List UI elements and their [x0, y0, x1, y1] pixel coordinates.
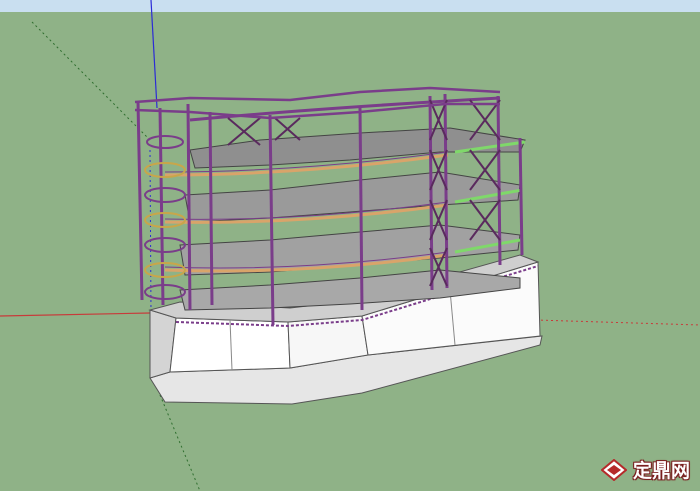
- watermark-label: 定鼎网: [632, 460, 690, 482]
- modeling-viewport[interactable]: 定鼎网: [0, 0, 700, 491]
- watermark: 定鼎网: [600, 456, 690, 483]
- zhulong-logo-icon: [600, 458, 627, 481]
- 3d-scene[interactable]: [0, 0, 700, 491]
- sky-band: [0, 0, 700, 12]
